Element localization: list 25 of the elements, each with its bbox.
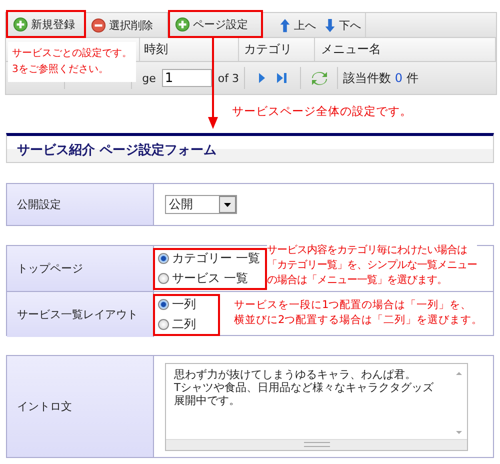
column-header[interactable]: メニュー名 [315, 38, 496, 61]
intro-textarea[interactable]: 思わず力が抜けてしまうゆるキャラ、わんぱ君。 Tシャツや食品、日用品など様々なキャラクタグッズ 展開中です。 [165, 362, 468, 450]
column-header[interactable]: カテゴリ [239, 38, 315, 61]
page-label: ge [142, 72, 156, 84]
form-title: サービス紹介 ページ設定フォーム [6, 133, 494, 163]
publish-select[interactable]: 公開 [165, 195, 237, 214]
field-label: サービス一覧レイアウト [7, 292, 154, 337]
annotation-note: サービス内容をカテゴリ毎にわけたい場合は 「カテゴリー覧」を、シンプルな一覧メニュー の場合は「メニュー一覧」を選びます。 [267, 243, 477, 288]
radio-option[interactable]: カテゴリー 一覧 [158, 250, 262, 267]
radio-option[interactable]: サービス 一覧 [158, 270, 262, 287]
toolbar-button[interactable]: 新規登録 [6, 10, 86, 38]
toolbar-button[interactable]: ページ設定 [168, 10, 263, 38]
field-label: 公開設定 [7, 184, 154, 225]
result-count: 該当件数 0 件 [343, 70, 418, 86]
annotation-note: サービスを一段に1つ配置の場合は「一列」を、 横並びに2つ配置する場合は「二列」を選びます。 [234, 298, 483, 328]
annotation-note: サービスページ全体の設定です。 [232, 104, 412, 119]
field-label: イントロ文 [7, 356, 154, 457]
page-total: of 3 [218, 72, 239, 84]
page-input[interactable]: 1 [162, 69, 212, 87]
field-label: トップページ [7, 246, 154, 291]
toolbar-button[interactable]: 上へ [275, 13, 320, 37]
annotation-note: サービスごとの設定です。 3をご参照ください。 [8, 42, 136, 82]
radio-option[interactable]: 一列 [158, 296, 215, 313]
toolbar-button[interactable]: 下へ [320, 13, 366, 37]
radio-option[interactable]: 二列 [158, 316, 215, 333]
